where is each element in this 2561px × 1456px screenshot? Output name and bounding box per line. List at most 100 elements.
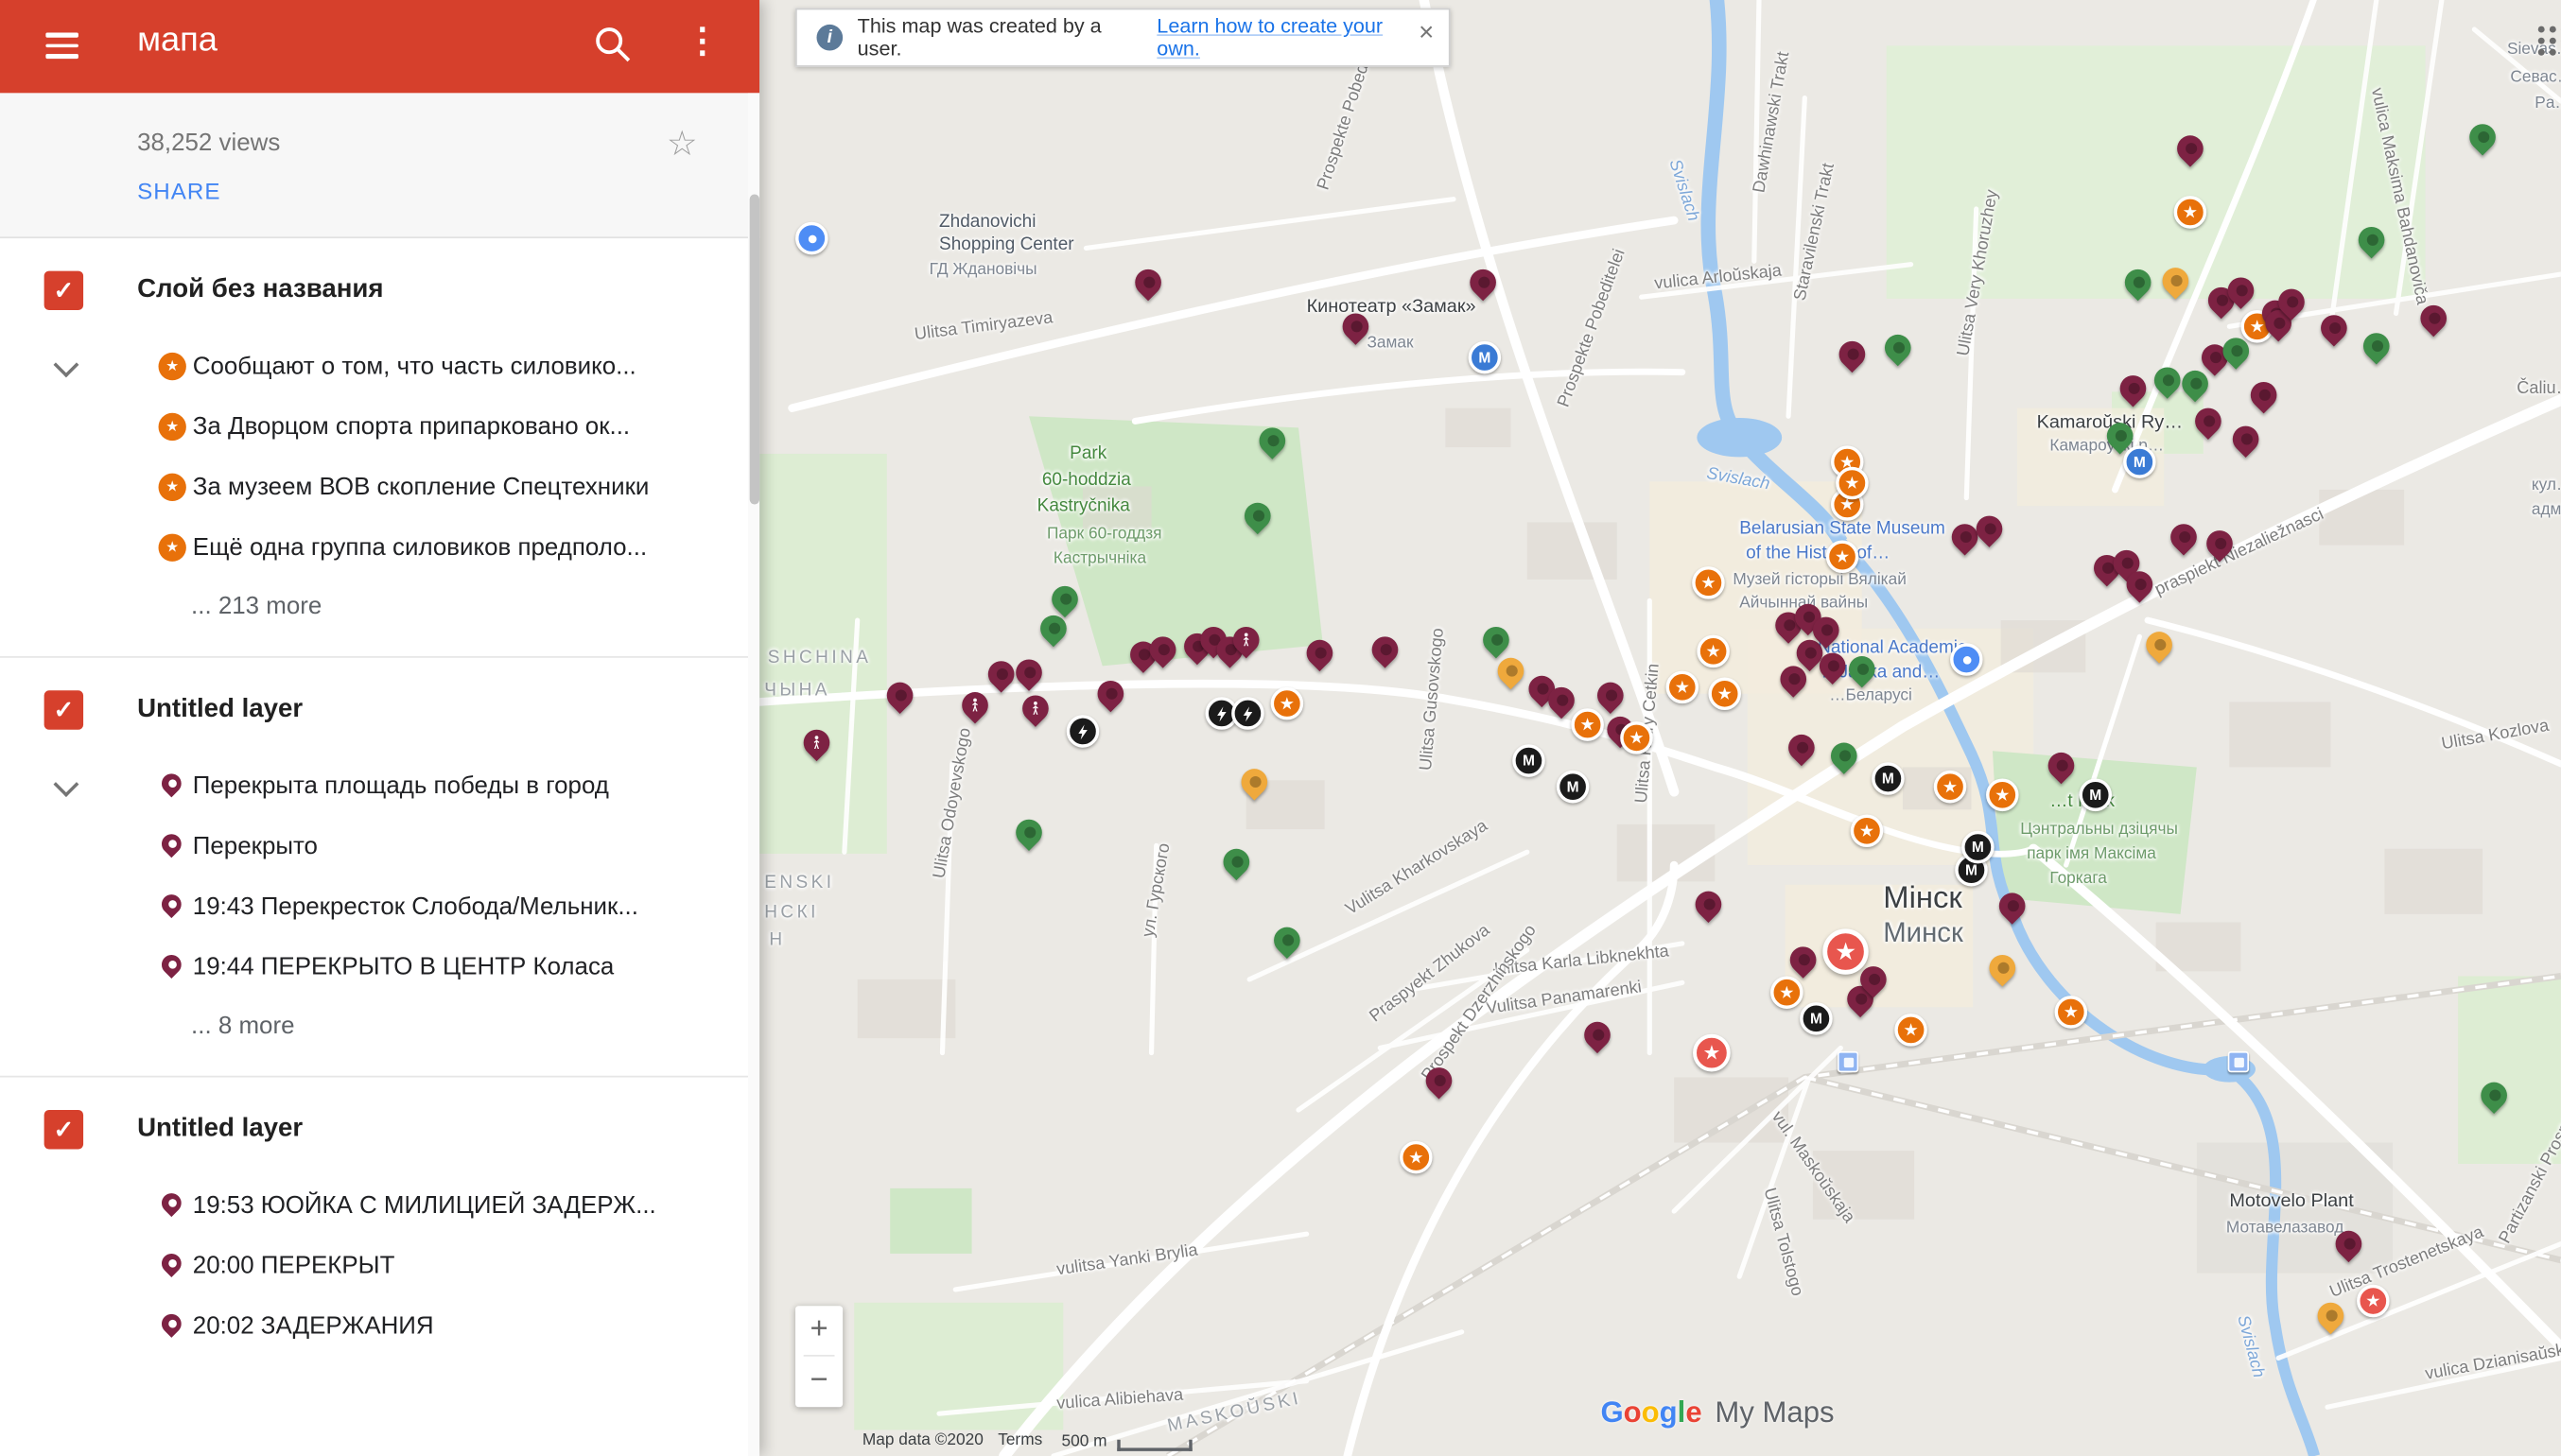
metro-marker: M: [2123, 445, 2156, 478]
pin-marker: [1785, 942, 1821, 979]
star-circle-icon: ★: [159, 534, 186, 562]
pin-marker: [1337, 308, 1374, 345]
layer-items: Перекрыта площадь победы в город Перекрыт…: [0, 755, 759, 1052]
pin-icon: [159, 831, 186, 862]
layer-item[interactable]: 19:53 ЮОЙКА С МИЛИЦИЕЙ ЗАДЕРЖ...: [0, 1175, 759, 1236]
star-circle-marker: ★: [1708, 677, 1741, 710]
pin-marker: [2115, 370, 2152, 407]
metro-marker: M: [1469, 341, 1502, 374]
layer-item[interactable]: 20:00 ПЕРЕКРЫТ: [0, 1236, 759, 1296]
pin-marker: [983, 656, 1019, 693]
pin-marker: [1578, 1016, 1615, 1053]
pin-marker: [1010, 814, 1047, 851]
layer-more-link[interactable]: ... 213 more: [0, 578, 759, 633]
pin-marker: [2312, 1297, 2349, 1334]
pedestrian-icon: [962, 692, 988, 719]
pin-marker: [1984, 949, 2021, 986]
layer-checkbox[interactable]: ✓: [44, 271, 83, 310]
layer-item[interactable]: ★За музеем ВОВ скопление Спецтехники: [0, 457, 759, 517]
banner-learn-link[interactable]: Learn how to create your own.: [1157, 15, 1429, 61]
layer-item[interactable]: ★За Дворцом спорта припарковано ок...: [0, 397, 759, 458]
pin-marker: [2245, 376, 2282, 413]
pin-marker: [1218, 843, 1255, 880]
layer-item-label: Перекрыто: [193, 833, 318, 860]
menu-icon[interactable]: [45, 33, 78, 60]
more-options-icon[interactable]: ⋮: [683, 21, 722, 61]
layer-item[interactable]: 19:44 ПЕРЕКРЫТО В ЦЕНТР Коласа: [0, 937, 759, 997]
layer-item[interactable]: Перекрыто: [0, 816, 759, 876]
star-circle-marker: ★: [1770, 976, 1803, 1009]
layer-title: Untitled layer: [137, 695, 303, 724]
star-circle-marker: ★: [1934, 771, 1967, 804]
zoom-out-button[interactable]: −: [795, 1357, 843, 1406]
layer-checkbox[interactable]: ✓: [44, 1110, 83, 1149]
layer-item[interactable]: Перекрыта площадь победы в город: [0, 755, 759, 816]
pin-marker: [2227, 421, 2264, 458]
layer-checkbox[interactable]: ✓: [44, 690, 83, 729]
map-footer: Map data ©2020 Terms 500 m: [759, 1427, 2561, 1456]
map-canvas[interactable]: ZhdanovichiShopping CenterГД ЖдановічыUl…: [759, 0, 2561, 1456]
pin-marker: [1477, 621, 1514, 658]
metro-marker: M: [1512, 744, 1545, 777]
pin-icon: [159, 952, 186, 983]
pin-marker: [1254, 423, 1291, 459]
pin-marker: [2465, 118, 2501, 155]
layer-more-link[interactable]: ... 8 more: [0, 997, 759, 1053]
sidebar-scrollbar[interactable]: [748, 93, 759, 1456]
terms-link[interactable]: Terms: [998, 1431, 1042, 1449]
layer-header: ✓ Untitled layer: [0, 1110, 759, 1149]
watermark: Google My Maps: [1600, 1395, 1834, 1430]
layer-title: Слой без названия: [137, 276, 383, 305]
pin-marker: [2043, 747, 2080, 784]
layer-item-label: За музеем ВОВ скопление Спецтехники: [193, 474, 650, 501]
layer-item-label: 19:53 ЮОЙКА С МИЛИЦИЕЙ ЗАДЕРЖ...: [193, 1191, 656, 1219]
star-circle-marker: ★: [2055, 996, 2088, 1029]
pin-marker: [1268, 922, 1305, 959]
metro-marker: M: [1961, 831, 1995, 864]
pin-marker: [1046, 581, 1083, 617]
pin-marker: [1367, 632, 1403, 668]
layer-item-label: Перекрыта площадь победы в город: [193, 772, 609, 800]
banner-close-icon[interactable]: ×: [1419, 20, 1434, 49]
pedestrian-pin-marker: [1017, 690, 1054, 727]
star-circle-marker: ★: [1271, 687, 1304, 720]
star-circle-icon: ★: [159, 353, 186, 380]
metro-marker: M: [2079, 779, 2112, 812]
metro-marker: M: [1557, 771, 1590, 804]
pin-marker: [1690, 886, 1727, 923]
star-circle-marker: ★: [2174, 196, 2207, 229]
pin-icon: [159, 1250, 186, 1281]
layer-item-label: 19:43 Перекресток Слобода/Мельник...: [193, 893, 638, 920]
star-circle-marker: ★: [1851, 815, 1884, 848]
pin-marker: [2171, 130, 2208, 167]
layer-item-label: Сообщают о том, что часть силовико...: [193, 353, 636, 380]
pin-icon: [159, 771, 186, 802]
apps-grid-icon[interactable]: [2538, 26, 2545, 33]
layer-section: ✓ Слой без названия ★ Сообщают о том, что ч…: [0, 238, 759, 656]
share-button[interactable]: SHARE: [137, 178, 220, 204]
star-circle-icon: ★: [159, 413, 186, 441]
pin-marker: [1994, 888, 2030, 925]
pedestrian-pin-marker: [956, 686, 993, 723]
pin-marker: [2330, 1225, 2367, 1262]
search-icon[interactable]: [588, 20, 637, 69]
pedestrian-icon: [1022, 695, 1049, 721]
layer-item[interactable]: 19:43 Перекресток Слобода/Мельник...: [0, 876, 759, 937]
pin-marker: [2201, 525, 2238, 562]
layer-item-label: 20:00 ПЕРЕКРЫТ: [193, 1252, 395, 1279]
favorite-star-icon[interactable]: ☆: [667, 124, 698, 165]
layer-items: 19:53 ЮОЙКА С МИЛИЦИЕЙ ЗАДЕРЖ... 20:00 ПЕ…: [0, 1175, 759, 1357]
my-maps-label: My Maps: [1715, 1395, 1834, 1430]
layer-item-label: За Дворцом спорта припарковано ок...: [193, 413, 630, 441]
zoom-in-button[interactable]: +: [795, 1306, 843, 1355]
layer-title: Untitled layer: [137, 1115, 303, 1144]
star-circle-marker: ★: [1826, 540, 1859, 573]
layer-item[interactable]: 20:02 ЗАДЕРЖАНИЯ: [0, 1296, 759, 1357]
layer-item[interactable]: ★ Сообщают о том, что часть силовико...: [0, 337, 759, 397]
poi-icon: [795, 222, 828, 255]
pin-marker: [2177, 365, 2214, 402]
incident-circle-marker: [1067, 715, 1100, 748]
scale-bar: [1117, 1440, 1192, 1451]
layer-item[interactable]: ★Ещё одна группа силовиков предполо...: [0, 517, 759, 578]
scrollbar-thumb[interactable]: [750, 194, 759, 504]
